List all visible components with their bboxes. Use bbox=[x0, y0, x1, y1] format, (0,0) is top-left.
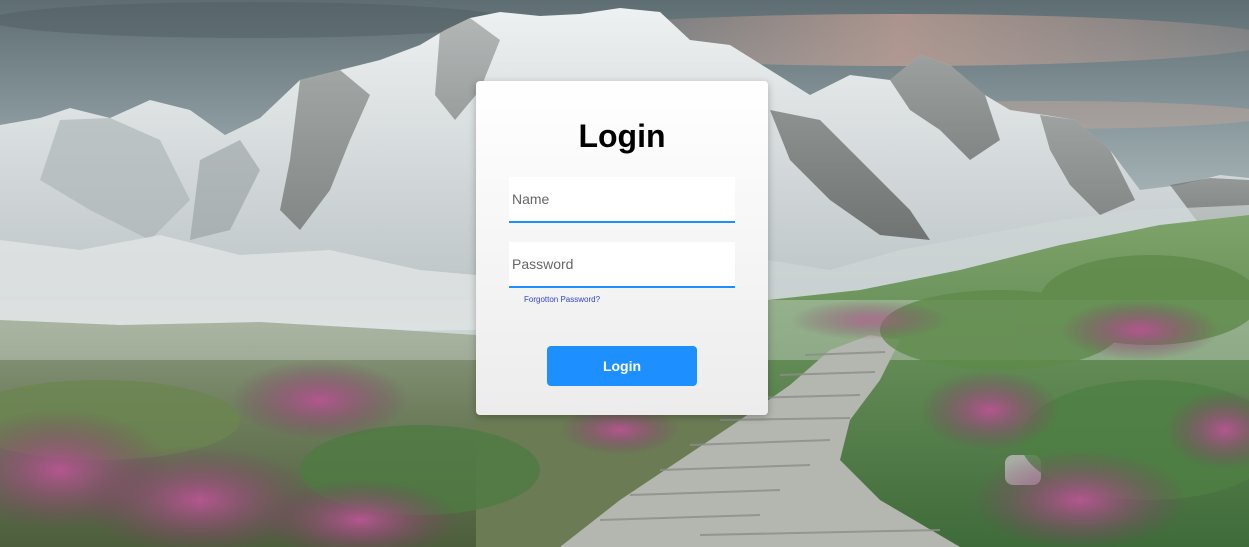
forgot-password-link[interactable]: Forgotton Password? bbox=[524, 295, 600, 304]
password-input[interactable] bbox=[509, 242, 735, 288]
login-card: Login Forgotton Password? Login bbox=[476, 81, 768, 415]
login-page: Login Forgotton Password? Login bbox=[0, 0, 1249, 547]
name-input[interactable] bbox=[509, 177, 735, 223]
login-button[interactable]: Login bbox=[547, 346, 697, 386]
login-title: Login bbox=[578, 118, 666, 154]
